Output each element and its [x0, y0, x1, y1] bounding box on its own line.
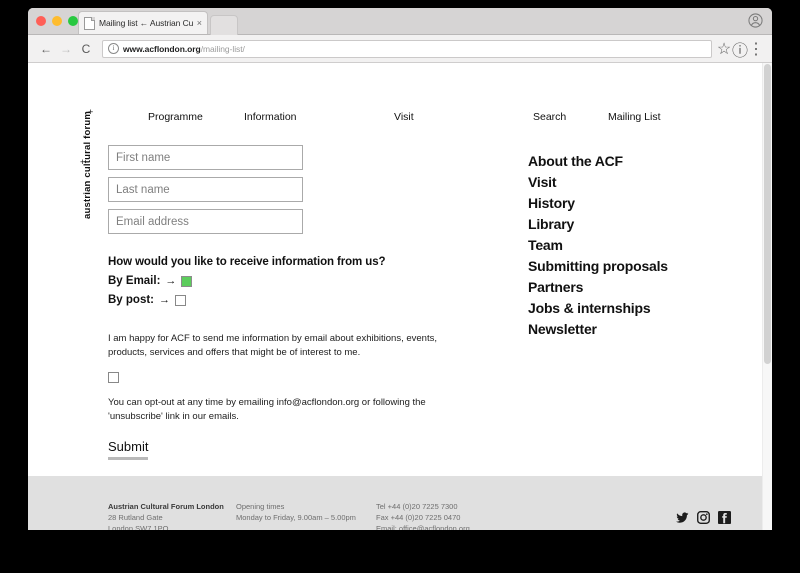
page-favicon-icon — [84, 16, 95, 30]
first-name-input[interactable] — [108, 145, 303, 170]
browser-window: Mailing list ← Austrian Cultura × ← → C … — [28, 8, 772, 530]
page-viewport: austrian cultural forum + + Programme In… — [28, 63, 772, 530]
arrow-right-icon: → — [165, 275, 177, 287]
nav-item-mailing-list[interactable]: Mailing List — [608, 111, 661, 123]
twitter-icon[interactable] — [676, 511, 689, 524]
link-partners[interactable]: Partners — [528, 277, 668, 298]
facebook-icon[interactable] — [718, 511, 731, 524]
secondary-links: About the ACF Visit History Library Team… — [528, 151, 668, 340]
url-domain: www.acflondon.org — [123, 43, 201, 54]
footer-fax: Fax +44 (0)20 7225 0470 — [376, 513, 461, 522]
preference-question: How would you like to receive informatio… — [108, 256, 386, 268]
url-path: /mailing-list/ — [200, 43, 245, 54]
footer-org-name: Austrian Cultural Forum London — [108, 502, 224, 511]
preference-row-post: By post: → — [108, 294, 448, 306]
address-bar[interactable]: i www.acflondon.org/mailing-list/ — [102, 39, 712, 58]
minimize-window-button[interactable] — [52, 16, 62, 26]
browser-toolbar: ← → C i www.acflondon.org/mailing-list/ … — [28, 35, 772, 63]
page-scrollbar[interactable] — [762, 63, 772, 530]
optout-text: You can opt-out at any time by emailing … — [108, 396, 426, 422]
new-tab-button[interactable] — [210, 15, 238, 35]
screen: Mailing list ← Austrian Cultura × ← → C … — [0, 0, 800, 573]
close-window-button[interactable] — [36, 16, 46, 26]
link-visit[interactable]: Visit — [528, 172, 668, 193]
scrollbar-thumb[interactable] — [764, 64, 771, 364]
nav-item-search[interactable]: Search — [533, 111, 566, 123]
site-footer: Austrian Cultural Forum London 28 Rutlan… — [28, 476, 763, 530]
consent-text: I am happy for ACF to send me informatio… — [108, 333, 437, 359]
link-newsletter[interactable]: Newsletter — [528, 319, 668, 340]
link-history[interactable]: History — [528, 193, 668, 214]
bookmark-star-icon[interactable]: ☆ — [716, 40, 732, 58]
browser-tab-active[interactable]: Mailing list ← Austrian Cultura × — [78, 11, 208, 34]
nav-item-information[interactable]: Information — [244, 111, 297, 123]
footer-address-line2: London SW7 1PQ — [108, 524, 169, 530]
email-input[interactable] — [108, 209, 303, 234]
instagram-icon[interactable] — [697, 511, 710, 524]
post-preference-checkbox[interactable] — [175, 294, 186, 306]
browser-menu-icon[interactable]: ⋮ — [748, 40, 764, 58]
mailing-list-form: How would you like to receive informatio… — [108, 145, 448, 460]
browser-tabstrip: Mailing list ← Austrian Cultura × — [28, 8, 772, 35]
footer-tel: Tel +44 (0)20 7225 7300 — [376, 502, 458, 511]
reload-icon[interactable]: C — [76, 39, 96, 59]
footer-email[interactable]: Email: office@acflondon.org — [376, 523, 470, 530]
footer-social-links — [676, 511, 731, 524]
last-name-input[interactable] — [108, 177, 303, 202]
forward-icon[interactable]: → — [56, 39, 76, 59]
nav-item-programme[interactable]: Programme — [148, 111, 203, 123]
footer-contact: Tel +44 (0)20 7225 7300 Fax +44 (0)20 72… — [376, 501, 470, 530]
link-team[interactable]: Team — [528, 235, 668, 256]
extension-icon[interactable]: ⓘ — [732, 40, 748, 60]
footer-opening-times: Opening times Monday to Friday, 9.00am –… — [236, 501, 356, 523]
arrow-right-icon: → — [159, 294, 170, 306]
main-navigation: Programme Information Visit Search Maili… — [28, 111, 763, 131]
link-library[interactable]: Library — [528, 214, 668, 235]
maximize-window-button[interactable] — [68, 16, 78, 26]
url-text: www.acflondon.org/mailing-list/ — [123, 44, 245, 54]
close-tab-icon[interactable]: × — [197, 18, 202, 28]
link-jobs-internships[interactable]: Jobs & internships — [528, 298, 668, 319]
page-content: austrian cultural forum + + Programme In… — [28, 63, 763, 530]
link-submitting-proposals[interactable]: Submitting proposals — [528, 256, 668, 277]
email-preference-checkbox[interactable] — [181, 275, 193, 287]
preference-label-post: By post: — [108, 294, 154, 306]
preference-label-email: By Email: — [108, 275, 161, 287]
link-about-the-acf[interactable]: About the ACF — [528, 151, 668, 172]
preference-row-email: By Email: → — [108, 275, 448, 287]
profile-avatar-icon[interactable] — [748, 13, 763, 28]
footer-address: Austrian Cultural Forum London 28 Rutlan… — [108, 501, 224, 530]
nav-item-visit[interactable]: Visit — [394, 111, 414, 123]
submit-button[interactable]: Submit — [108, 439, 149, 460]
back-icon[interactable]: ← — [36, 39, 56, 59]
footer-hours-line1: Monday to Friday, 9.00am – 5.00pm — [236, 513, 356, 522]
plus-mark-icon: + — [80, 157, 86, 167]
footer-address-line1: 28 Rutland Gate — [108, 513, 163, 522]
consent-checkbox[interactable] — [108, 371, 119, 383]
footer-hours-title: Opening times — [236, 502, 285, 511]
site-info-icon[interactable]: i — [108, 43, 119, 54]
browser-tab-title: Mailing list ← Austrian Cultura — [99, 18, 193, 28]
window-controls — [36, 16, 78, 26]
